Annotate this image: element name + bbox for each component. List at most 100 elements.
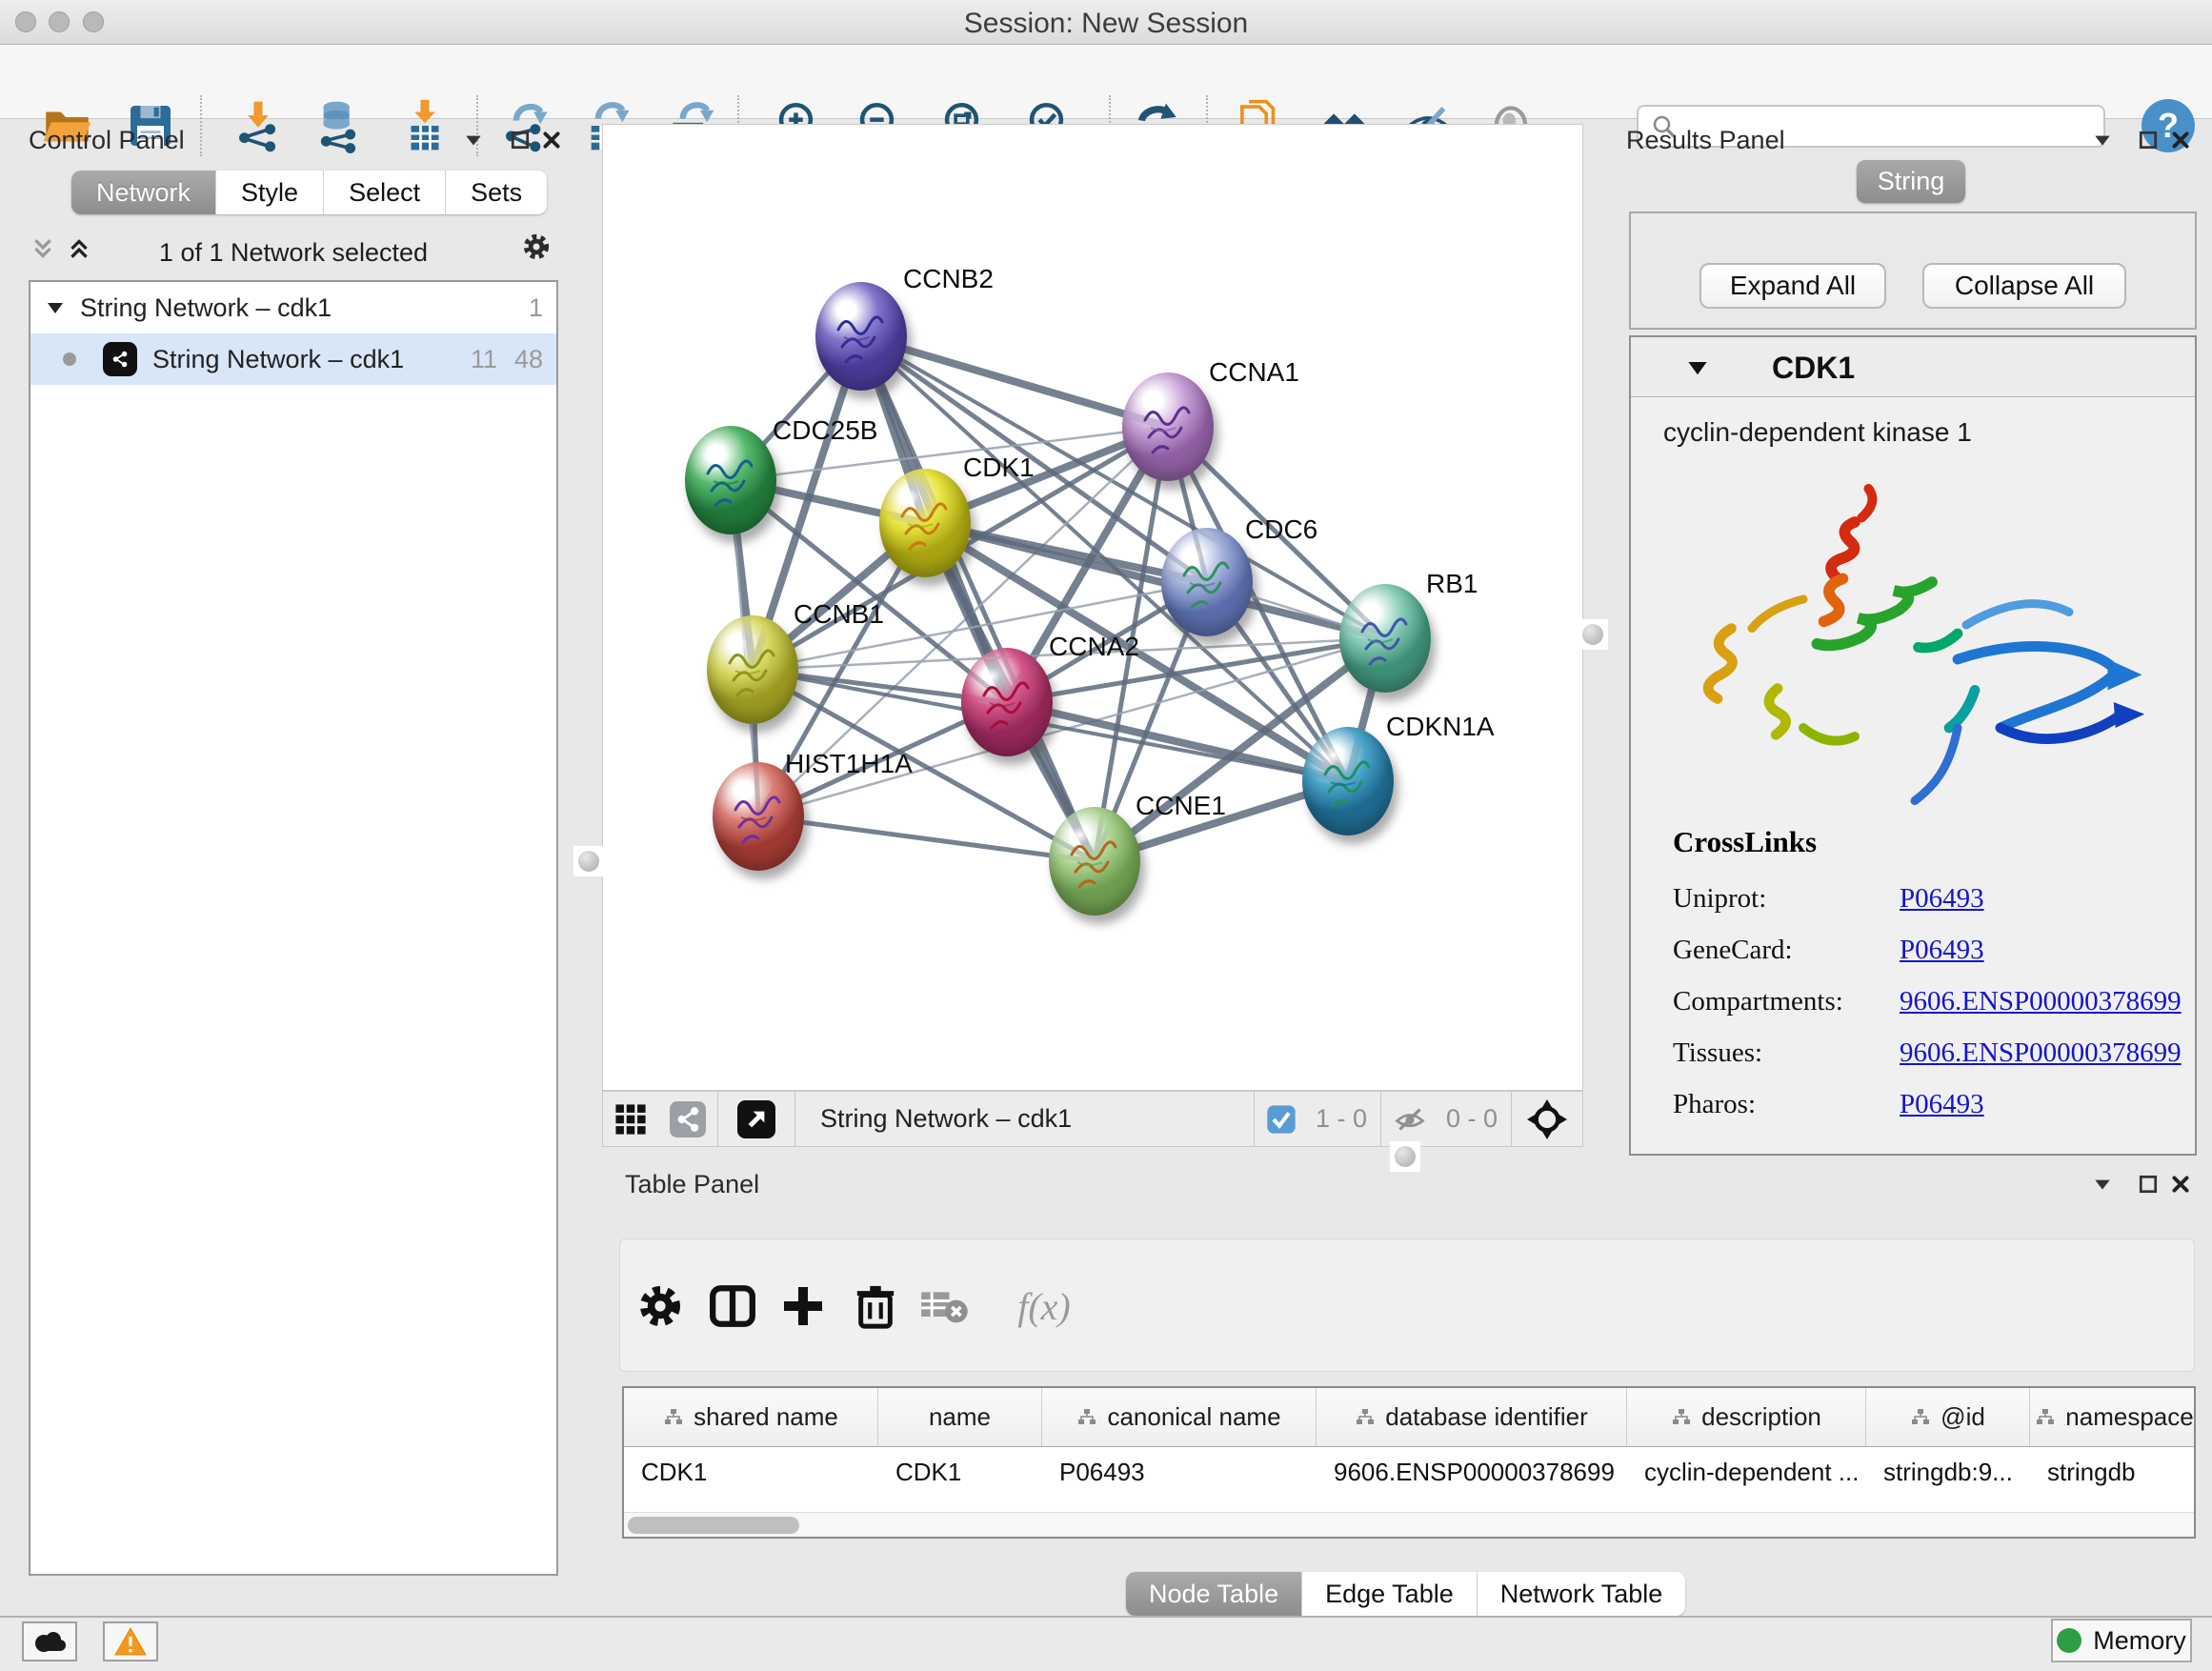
table-horizontal-scrollbar[interactable] <box>624 1512 2194 1537</box>
column-header-label: database identifier <box>1385 1402 1587 1432</box>
crosslink-link[interactable]: P06493 <box>1900 883 1984 915</box>
tab-string-results[interactable]: String <box>1857 160 1965 203</box>
network-share-button[interactable] <box>658 1092 717 1146</box>
crosslink-link[interactable]: 9606.ENSP00000378699 <box>1900 986 2182 1017</box>
network-tree: String Network – cdk1 1 String Network –… <box>29 280 558 1576</box>
checkbox-checked-icon <box>1266 1104 1297 1135</box>
table-cell[interactable]: cyclin-dependent ... <box>1627 1447 1866 1497</box>
selected-count: 1 - 0 <box>1316 1104 1367 1134</box>
create-column-button[interactable] <box>773 1276 834 1337</box>
column-header-databaseidentifier[interactable]: database identifier <box>1317 1388 1627 1446</box>
right-splitter-handle[interactable] <box>1578 619 1608 650</box>
grid-view-button[interactable] <box>603 1092 658 1146</box>
function-builder-button[interactable]: f(x) <box>992 1276 1096 1337</box>
column-header-name[interactable]: name <box>878 1388 1042 1446</box>
node-CCNA1[interactable] <box>1122 372 1214 481</box>
cloud-status-button[interactable] <box>22 1621 77 1661</box>
import-network-file-button[interactable] <box>230 97 287 154</box>
crosslink-link[interactable]: P06493 <box>1900 1089 1984 1120</box>
network-node-count: 11 <box>471 345 497 374</box>
node-CCNE1[interactable] <box>1049 807 1140 916</box>
node-label-CCNE1: CCNE1 <box>1136 791 1226 821</box>
tab-network-table[interactable]: Network Table <box>1478 1572 1686 1616</box>
tab-node-table[interactable]: Node Table <box>1126 1572 1302 1616</box>
node-CDK1[interactable] <box>879 469 971 577</box>
column-header-namespace[interactable]: namespace <box>2030 1388 2196 1446</box>
node-CDC25B[interactable] <box>685 426 776 534</box>
column-header-label: shared name <box>694 1402 838 1432</box>
network-collection-row[interactable]: String Network – cdk1 1 <box>30 282 556 333</box>
network-options-gear-icon[interactable] <box>522 232 551 261</box>
results-panel-title: Results Panel <box>1626 126 1785 155</box>
warning-icon <box>113 1626 148 1657</box>
column-header-canonicalname[interactable]: canonical name <box>1042 1388 1317 1446</box>
network-canvas[interactable]: CCNB2CCNA1CDC25BCDK1CDC6RB1CCNB1CCNA2CDK… <box>602 124 1583 1091</box>
table-cell[interactable]: CDK1 <box>624 1447 878 1497</box>
collection-count: 1 <box>529 293 543 323</box>
edge-CCNB2-CCNE1[interactable] <box>861 336 1095 861</box>
node-RB1[interactable] <box>1339 584 1431 693</box>
edge-HIST1H1A-CCNE1[interactable] <box>758 816 1095 861</box>
tab-network[interactable]: Network <box>71 171 216 214</box>
node-CDKN1A[interactable] <box>1302 727 1394 836</box>
table-panel-menu-icon[interactable] <box>2088 1170 2117 1198</box>
tab-select[interactable]: Select <box>324 171 446 214</box>
node-CCNB2[interactable] <box>815 282 907 391</box>
column-header-sharedname[interactable]: shared name <box>624 1388 878 1446</box>
results-panel-menu-icon[interactable] <box>2088 126 2117 154</box>
collapse-triangle-icon[interactable] <box>46 298 65 317</box>
birds-eye-view-button[interactable] <box>1512 1092 1582 1146</box>
open-view-button[interactable] <box>718 1092 794 1146</box>
import-table-icon <box>397 98 452 153</box>
node-table[interactable]: shared name namecanonical name database id… <box>622 1386 2196 1539</box>
table-cell[interactable]: CDK1 <box>878 1447 1042 1497</box>
crosslink-link[interactable]: P06493 <box>1900 935 1984 966</box>
bottom-splitter-handle[interactable] <box>1390 1141 1420 1172</box>
table-cell[interactable]: P06493 <box>1042 1447 1317 1497</box>
control-panel-float-icon[interactable] <box>506 126 534 154</box>
node-CCNA2[interactable] <box>961 648 1053 756</box>
protein-squiggle-icon <box>1161 528 1253 636</box>
show-columns-button[interactable] <box>702 1276 763 1337</box>
memory-button[interactable]: Memory <box>2051 1619 2192 1662</box>
table-cell[interactable]: stringdb <box>2030 1447 2196 1497</box>
gene-header-row[interactable]: CDK1 <box>1631 337 2195 397</box>
control-panel-close-icon[interactable] <box>537 126 566 154</box>
node-CCNB1[interactable] <box>707 615 798 724</box>
table-row[interactable]: CDK1CDK1P064939606.ENSP00000378699cyclin… <box>624 1447 2194 1497</box>
edge-CCNA2-CDKN1A[interactable] <box>1007 702 1348 781</box>
table-panel-close-icon[interactable] <box>2166 1170 2195 1198</box>
column-header-id[interactable]: @id <box>1866 1388 2030 1446</box>
tab-style[interactable]: Style <box>216 171 324 214</box>
network-row[interactable]: String Network – cdk1 11 48 <box>30 333 556 385</box>
collapse-triangle-icon[interactable] <box>1686 356 1709 379</box>
hidden-elements-button[interactable] <box>1381 1092 1438 1146</box>
node-CDC6[interactable] <box>1161 528 1253 636</box>
crosslink-link[interactable]: 9606.ENSP00000378699 <box>1900 1037 2182 1069</box>
results-panel-float-icon[interactable] <box>2134 126 2162 154</box>
table-settings-button[interactable] <box>630 1276 691 1337</box>
table-panel-float-icon[interactable] <box>2134 1170 2162 1198</box>
protein-squiggle-icon <box>1122 372 1214 481</box>
import-table-button[interactable] <box>396 97 453 154</box>
expand-all-button[interactable]: Expand All <box>1699 263 1886 309</box>
table-cell[interactable]: stringdb:9... <box>1866 1447 2030 1497</box>
tab-sets[interactable]: Sets <box>446 171 547 214</box>
crosslink-label: Uniprot: <box>1673 883 1900 915</box>
tab-edge-table[interactable]: Edge Table <box>1302 1572 1478 1616</box>
results-panel-close-icon[interactable] <box>2166 126 2195 154</box>
control-panel-menu-icon[interactable] <box>459 126 488 154</box>
import-network-database-button[interactable] <box>310 97 367 154</box>
window-title: Session: New Session <box>0 8 2212 40</box>
column-header-description[interactable]: description <box>1627 1388 1866 1446</box>
collapse-all-button[interactable]: Collapse All <box>1922 263 2126 309</box>
table-cell[interactable]: 9606.ENSP00000378699 <box>1317 1447 1627 1497</box>
delete-table-button[interactable] <box>914 1276 975 1337</box>
scrollbar-thumb[interactable] <box>628 1517 799 1534</box>
warnings-button[interactable] <box>103 1621 158 1661</box>
protein-squiggle-icon <box>1302 727 1394 836</box>
selected-nodes-checkbox[interactable] <box>1255 1092 1308 1146</box>
left-splitter-handle[interactable] <box>573 846 604 876</box>
delete-column-button[interactable] <box>845 1276 906 1337</box>
hidden-count: 0 - 0 <box>1446 1104 1498 1134</box>
